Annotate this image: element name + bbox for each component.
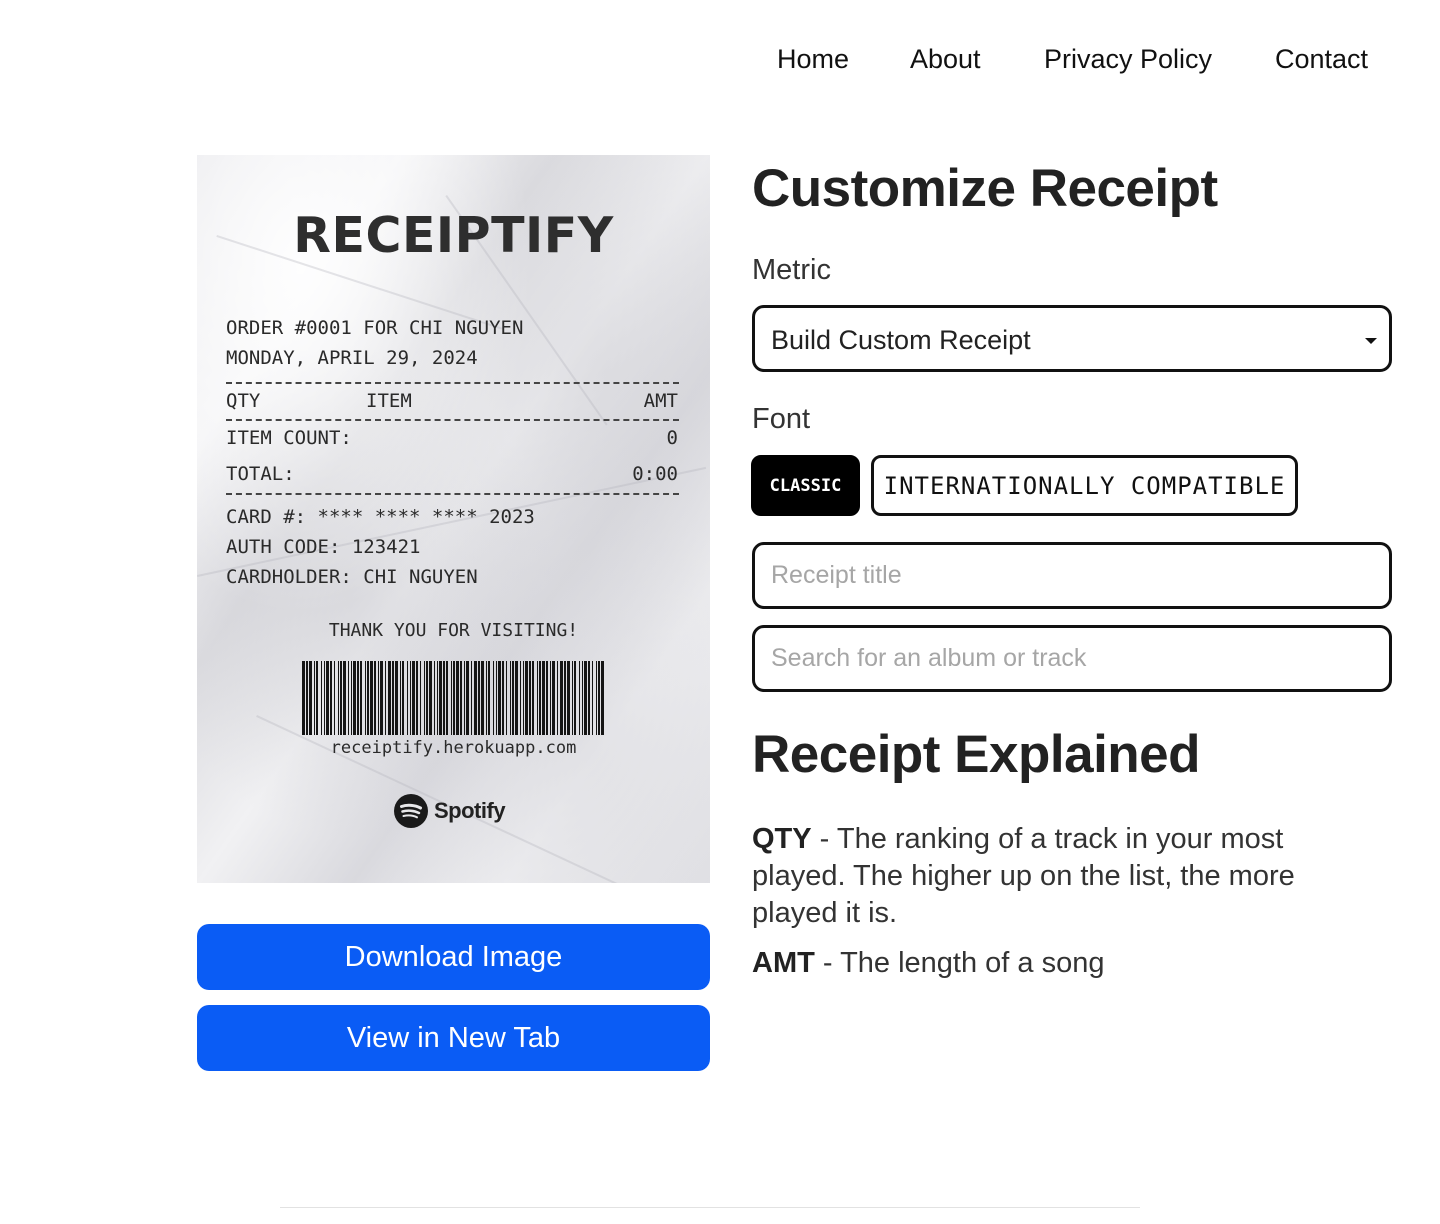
amt-term: AMT [752,947,815,979]
amt-description: - The length of a song [814,947,1105,979]
metric-select-value: Build Custom Receipt [771,325,1031,355]
font-international-button[interactable]: INTERNATIONALLY COMPATIBLE [871,455,1298,516]
spotify-logo-icon [394,794,428,828]
qty-term: QTY [752,823,812,855]
receipt-divider [226,419,679,421]
metric-select[interactable]: Build Custom Receipt [752,305,1392,372]
top-nav: Home About Privacy Policy Contact [0,44,1440,80]
receipt-total-value: 0:00 [632,463,678,485]
download-image-button[interactable]: Download Image [197,924,710,990]
receipt-title: RECEIPTIFY [293,207,614,264]
receipt-card-line: CARD #: **** **** **** 2023 [226,506,535,528]
receipt-total-label: TOTAL: [226,463,295,485]
nav-about-link[interactable]: About [910,44,981,75]
barcode-image [302,661,604,735]
receipt-col-amt: AMT [643,390,678,412]
receipt-title-input[interactable] [752,542,1392,609]
footer-divider [280,1207,1140,1208]
receipt-date-line: MONDAY, APRIL 29, 2024 [226,347,478,369]
receipt-preview: RECEIPTIFY ORDER #0001 FOR CHI NGUYEN MO… [197,155,710,883]
spotify-wordmark: Spotify [434,798,506,823]
receipt-col-item: ITEM [366,390,412,412]
customize-heading: Customize Receipt [752,159,1218,218]
receipt-col-qty: QTY [226,390,261,412]
receipt-divider [226,493,679,495]
receipt-order-line: ORDER #0001 FOR CHI NGUYEN [226,317,524,339]
explained-heading: Receipt Explained [752,725,1201,784]
amt-explanation: AMT - The length of a song [752,945,1382,982]
qty-description: - The ranking of a track in your most pl… [752,823,1295,929]
spotify-brand: Spotify [394,793,506,829]
receipt-cardholder-line: CARDHOLDER: CHI NGUYEN [226,566,478,588]
qty-explanation: QTY - The ranking of a track in your mos… [752,821,1382,932]
nav-home-link[interactable]: Home [777,44,849,75]
album-track-search-input[interactable] [752,625,1392,692]
nav-privacy-policy-link[interactable]: Privacy Policy [1044,44,1212,75]
metric-label: Metric [752,254,831,286]
receipt-item-count-value: 0 [666,427,678,449]
receipt-thanks: THANK YOU FOR VISITING! [328,620,579,641]
font-label: Font [752,403,811,435]
font-classic-button[interactable]: CLASSIC [751,455,860,516]
nav-contact-link[interactable]: Contact [1275,44,1368,75]
receipt-item-count-label: ITEM COUNT: [226,427,352,449]
receipt-url: receiptify.herokuapp.com [330,738,577,758]
caret-down-icon [1365,338,1377,344]
receipt-divider [226,382,679,384]
view-in-new-tab-button[interactable]: View in New Tab [197,1005,710,1071]
receipt-auth-line: AUTH CODE: 123421 [226,536,421,558]
